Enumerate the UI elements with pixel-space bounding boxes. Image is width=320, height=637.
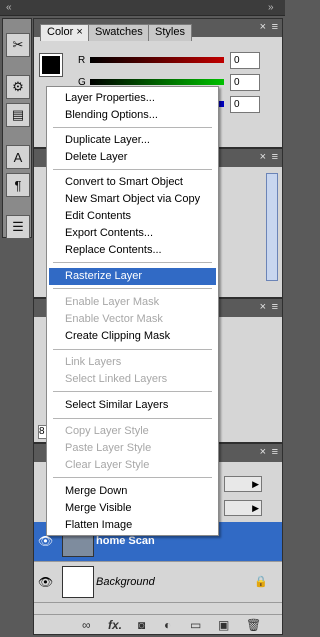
dropdown-arrow-icon: ▶ bbox=[252, 503, 259, 513]
menu-item-edit-contents[interactable]: Edit Contents bbox=[49, 208, 216, 225]
collapse-right-icon[interactable]: » bbox=[268, 2, 274, 13]
close-icon[interactable]: × bbox=[260, 446, 266, 458]
menu-separator bbox=[53, 477, 212, 478]
menu-item-layer-properties[interactable]: Layer Properties... bbox=[49, 90, 216, 107]
panel-dock-header: « » bbox=[0, 0, 285, 16]
menu-separator bbox=[53, 169, 212, 170]
foreground-color-swatch[interactable] bbox=[39, 53, 63, 77]
close-icon[interactable]: × bbox=[260, 301, 266, 313]
menu-separator bbox=[53, 262, 212, 263]
blend-mode-select[interactable]: ▶ bbox=[224, 476, 262, 492]
menu-separator bbox=[53, 349, 212, 350]
menu-item-rasterize-layer[interactable]: Rasterize Layer bbox=[49, 268, 216, 285]
visibility-eye-icon[interactable]: 👁 bbox=[38, 534, 54, 550]
menu-icon[interactable]: ≡ bbox=[272, 301, 278, 313]
menu-icon[interactable]: ≡ bbox=[272, 446, 278, 458]
character-panel-icon[interactable]: A bbox=[6, 145, 30, 169]
opacity-select[interactable]: ▶ bbox=[224, 500, 262, 516]
notes-panel-icon[interactable]: ☰ bbox=[6, 215, 30, 239]
menu-item-convert-smart-object[interactable]: Convert to Smart Object bbox=[49, 174, 216, 191]
lock-icon: 🔒 bbox=[254, 576, 268, 588]
link-layers-icon[interactable]: ∞ bbox=[82, 618, 91, 632]
stamp-tool-icon[interactable]: ▤ bbox=[6, 103, 30, 127]
menu-item-paste-layer-style: Paste Layer Style bbox=[65, 442, 152, 454]
menu-item-merge-visible[interactable]: Merge Visible bbox=[49, 500, 216, 517]
tab-close-icon[interactable]: × bbox=[76, 26, 82, 38]
menu-item-copy-layer-style: Copy Layer Style bbox=[65, 425, 149, 437]
layer-name[interactable]: Background bbox=[96, 576, 155, 588]
slider-label-r: R bbox=[78, 55, 86, 66]
tab-color[interactable]: Color × bbox=[40, 24, 90, 41]
menu-item-clear-layer-style: Clear Layer Style bbox=[65, 459, 150, 471]
menu-item-create-clipping-mask[interactable]: Create Clipping Mask bbox=[49, 328, 216, 345]
close-icon[interactable]: × bbox=[260, 151, 266, 163]
b-value-field[interactable]: 0 bbox=[230, 96, 260, 113]
menu-item-duplicate-layer[interactable]: Duplicate Layer... bbox=[49, 132, 216, 149]
slider-g[interactable] bbox=[90, 79, 224, 85]
tab-swatches[interactable]: Swatches bbox=[88, 24, 150, 41]
add-mask-icon[interactable]: ◙ bbox=[138, 618, 145, 632]
menu-icon[interactable]: ≡ bbox=[272, 21, 278, 33]
visibility-eye-icon[interactable]: 👁 bbox=[38, 575, 54, 591]
r-value-field[interactable]: 0 bbox=[230, 52, 260, 69]
menu-item-merge-down[interactable]: Merge Down bbox=[49, 483, 216, 500]
slider-r[interactable] bbox=[90, 57, 224, 63]
menu-item-new-smart-object-copy[interactable]: New Smart Object via Copy bbox=[49, 191, 216, 208]
menu-separator bbox=[53, 418, 212, 419]
layer-thumbnail bbox=[62, 566, 94, 598]
adjustment-layer-icon[interactable]: ◐ bbox=[164, 618, 171, 632]
menu-item-select-linked-layers: Select Linked Layers bbox=[65, 373, 168, 385]
menu-item-delete-layer[interactable]: Delete Layer bbox=[49, 149, 216, 166]
close-icon[interactable]: × bbox=[260, 21, 266, 33]
clone-tool-icon[interactable]: ⚙ bbox=[6, 75, 30, 99]
menu-item-blending-options[interactable]: Blending Options... bbox=[49, 107, 216, 124]
layers-footer: ∞ fx. ◙ ◐ ▭ ▣ 🗑 bbox=[34, 614, 282, 634]
menu-item-link-layers: Link Layers bbox=[65, 356, 122, 368]
menu-separator bbox=[53, 127, 212, 128]
menu-icon[interactable]: ≡ bbox=[272, 151, 278, 163]
fx-icon[interactable]: fx. bbox=[108, 618, 122, 632]
dropdown-arrow-icon: ▶ bbox=[252, 479, 259, 489]
delete-layer-icon[interactable]: 🗑 bbox=[246, 618, 261, 632]
new-layer-icon[interactable]: ▣ bbox=[218, 618, 229, 632]
menu-item-replace-contents[interactable]: Replace Contents... bbox=[49, 242, 216, 259]
collapse-left-icon[interactable]: « bbox=[6, 2, 12, 13]
brush-tools-icon[interactable]: ✂ bbox=[6, 33, 30, 57]
layer-row-background[interactable]: 👁 Background 🔒 bbox=[34, 563, 282, 603]
menu-item-enable-vector-mask: Enable Vector Mask bbox=[65, 313, 163, 325]
menu-item-enable-layer-mask: Enable Layer Mask bbox=[65, 296, 160, 308]
g-value-field[interactable]: 0 bbox=[230, 74, 260, 91]
history-scrollbar[interactable] bbox=[266, 173, 278, 281]
layer-context-menu: Layer Properties... Blending Options... … bbox=[46, 86, 219, 536]
menu-item-flatten-image[interactable]: Flatten Image bbox=[49, 517, 216, 534]
tab-styles[interactable]: Styles bbox=[148, 24, 192, 41]
new-group-icon[interactable]: ▭ bbox=[190, 618, 201, 632]
menu-separator bbox=[53, 391, 212, 392]
menu-item-export-contents[interactable]: Export Contents... bbox=[49, 225, 216, 242]
menu-separator bbox=[53, 288, 212, 289]
menu-item-select-similar-layers[interactable]: Select Similar Layers bbox=[49, 397, 216, 414]
paragraph-panel-icon[interactable]: ¶ bbox=[6, 173, 30, 197]
layer-name[interactable]: home Scan bbox=[96, 535, 155, 547]
tool-strip: ✂ ⚙ ▤ A ¶ ☰ bbox=[2, 18, 32, 239]
